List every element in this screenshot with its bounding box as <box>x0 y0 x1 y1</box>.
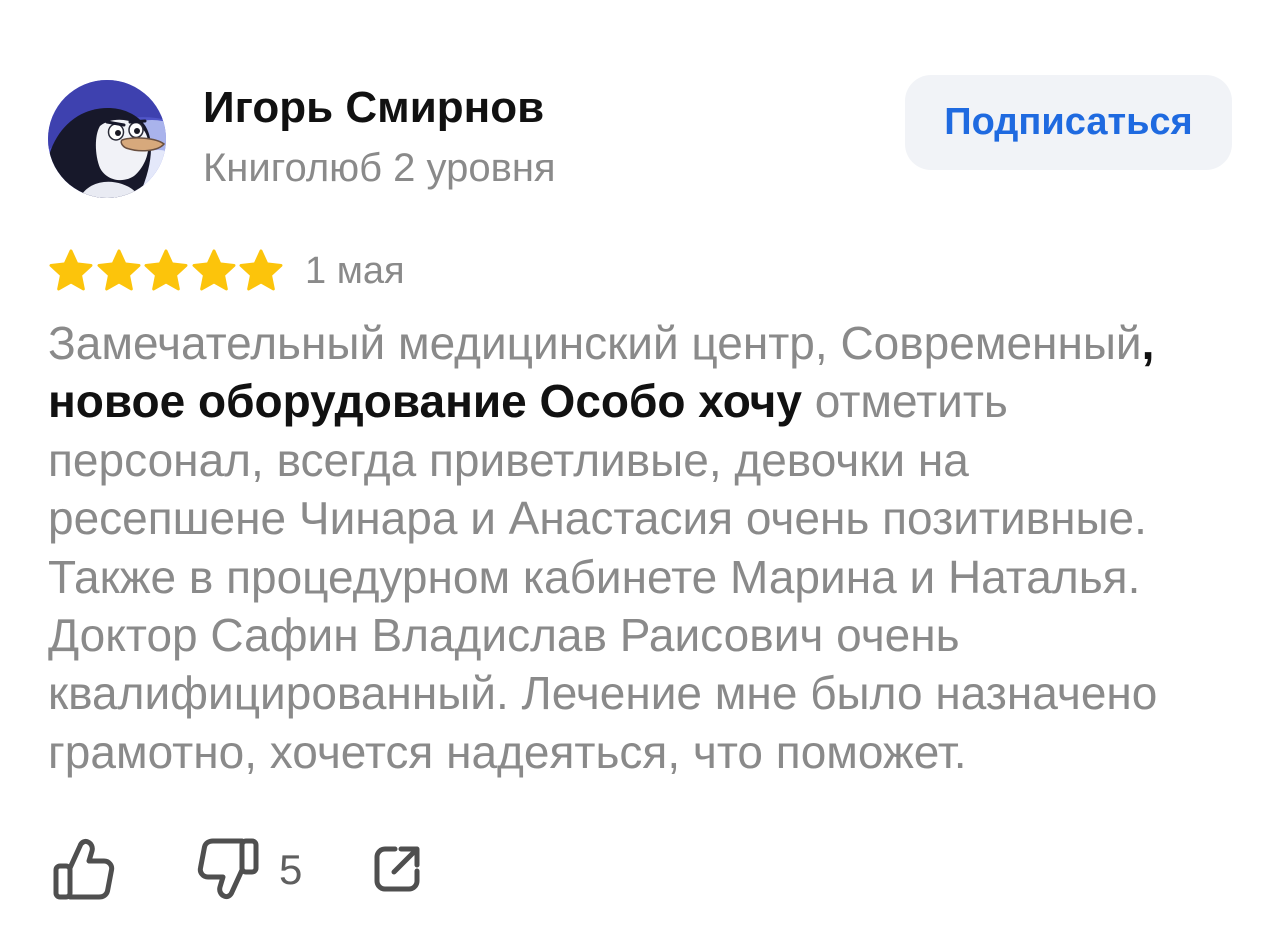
star-icon <box>191 248 237 294</box>
review-text-segment: Также в процедурном кабинете Марина и На… <box>48 550 1141 603</box>
author-name[interactable]: Игорь Смирнов <box>203 82 544 134</box>
dislike-count: 5 <box>279 846 303 893</box>
review-text-segment: ресепшене Чинара и Анастасия очень позит… <box>48 492 1147 545</box>
review-line: новое оборудование Особо хочу отметить <box>48 372 1248 430</box>
review-text-segment: Замечательный медицинский центр, Совреме… <box>48 317 1142 369</box>
star-icon <box>238 248 284 294</box>
subscribe-button[interactable]: Подписаться <box>905 75 1232 170</box>
like-button[interactable] <box>50 836 118 902</box>
review-line: ресепшене Чинара и Анастасия очень позит… <box>48 489 1248 547</box>
author-status: Книголюб 2 уровня <box>203 146 556 190</box>
review-text-segment: Доктор Сафин Владислав Раисович очень <box>48 608 960 661</box>
review-line: персонал, всегда приветливые, девочки на <box>48 431 1248 489</box>
thumbs-up-icon[interactable] <box>52 837 116 901</box>
review-highlight: , <box>1141 317 1155 369</box>
review-text-segment: квалифицированный. Лечение мне было назн… <box>48 667 1158 720</box>
review-text-segment: отметить <box>801 375 1008 428</box>
review-date: 1 мая <box>305 250 405 292</box>
review-text: Замечательный медицинский центр, Совреме… <box>48 314 1248 781</box>
share-button[interactable] <box>368 840 426 898</box>
dislike-button[interactable] <box>194 836 262 902</box>
review-line: Доктор Сафин Владислав Раисович очень <box>48 606 1248 664</box>
star-icon <box>143 248 189 294</box>
avatar[interactable] <box>48 80 166 198</box>
review-highlight: новое оборудование Особо хочу <box>48 375 802 428</box>
star-icon <box>96 248 142 294</box>
rating-stars <box>48 248 286 294</box>
star-icon <box>48 248 94 294</box>
review-line: Замечательный медицинский центр, Совреме… <box>48 314 1248 372</box>
review-card: Игорь Смирнов Книголюб 2 уровня Подписат… <box>0 0 1280 930</box>
review-text-segment: грамотно, хочется надеяться, что поможет… <box>48 725 967 778</box>
share-icon[interactable] <box>369 841 425 897</box>
review-line: квалифицированный. Лечение мне было назн… <box>48 664 1248 722</box>
review-line: Также в процедурном кабинете Марина и На… <box>48 548 1248 606</box>
thumbs-down-icon[interactable] <box>196 837 260 901</box>
review-text-segment: персонал, всегда приветливые, девочки на <box>48 433 969 486</box>
review-line: грамотно, хочется надеяться, что поможет… <box>48 723 1248 781</box>
avatar-image[interactable] <box>48 80 166 198</box>
